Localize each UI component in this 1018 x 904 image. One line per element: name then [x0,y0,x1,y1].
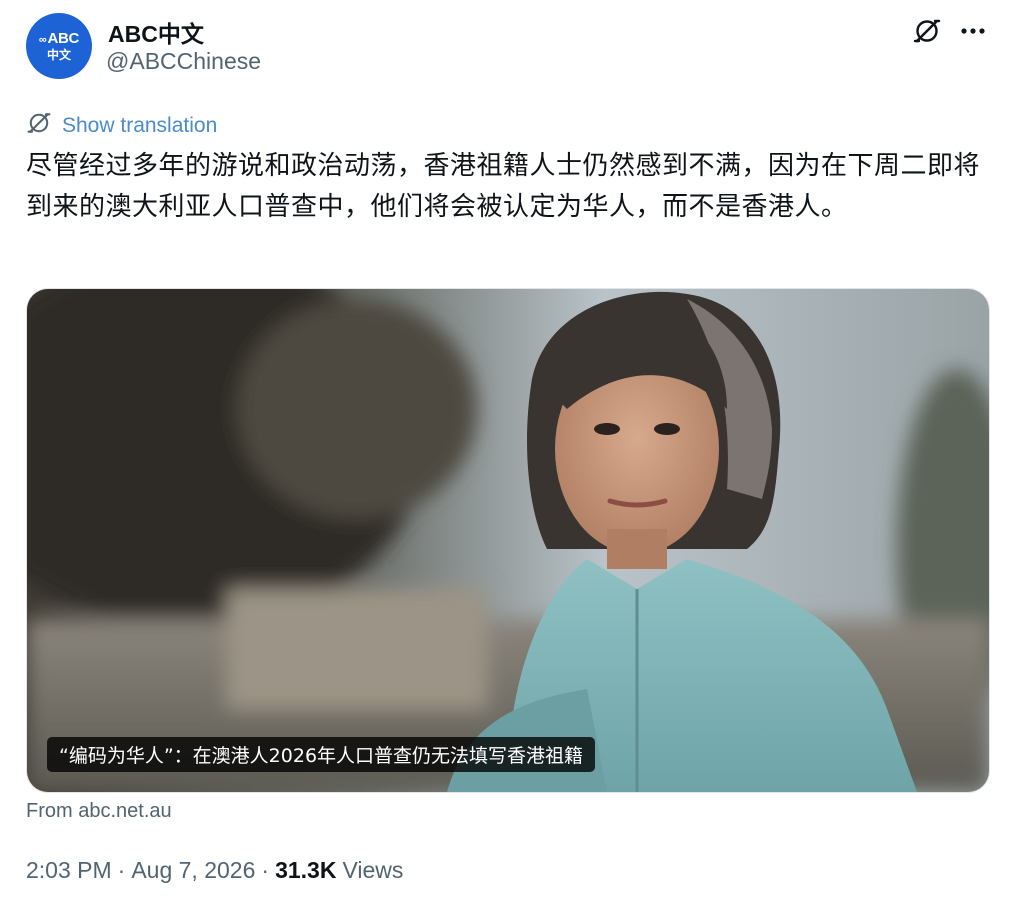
card-image [27,289,989,792]
translate-icon[interactable] [910,14,944,48]
avatar-subtext: 中文 [46,48,71,62]
avatar[interactable]: ∞ABC 中文 [26,13,92,79]
views-label: Views [342,857,404,883]
tweet-date[interactable]: Aug 7, 2026 [131,857,255,884]
card-title: “编码为华人”：在澳港人2026年人口普查仍无法填写香港祖籍 [47,737,596,772]
show-translation-link[interactable]: Show translation [26,110,217,142]
more-options-icon[interactable] [956,14,990,48]
tweet-meta: 2:03 PM · Aug 7, 2026 · 31.3K Views [26,857,403,884]
user-handle[interactable]: @ABCChinese [106,48,261,75]
views-count: 31.3K [275,857,337,883]
translate-icon [26,110,62,142]
link-source[interactable]: From abc.net.au [26,800,172,823]
avatar-brand-text: ABC [47,30,80,47]
meta-separator: · [117,857,126,883]
display-name[interactable]: ABC中文 [108,15,204,49]
show-translation-label: Show translation [62,114,218,137]
tweet-time[interactable]: 2:03 PM [26,857,112,884]
tweet-text: 尽管经过多年的游说和政治动荡，香港祖籍人士仍然感到不满，因为在下周二即将到来的澳… [26,151,981,222]
abc-logo-icon: ∞ [38,34,47,46]
meta-separator: · [261,857,270,883]
link-card[interactable]: “编码为华人”：在澳港人2026年人口普查仍无法填写香港祖籍 [26,288,990,793]
